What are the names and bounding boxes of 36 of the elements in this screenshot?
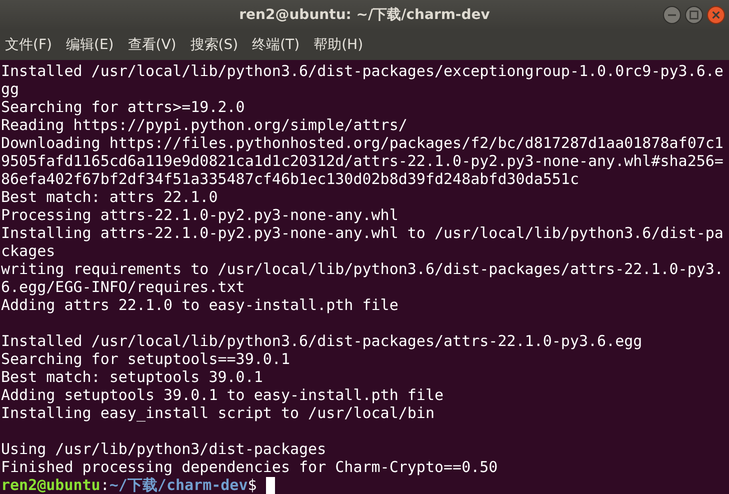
output-line: Reading https://pypi.python.org/simple/attrs/ — [1, 116, 408, 134]
text-cursor — [266, 476, 275, 494]
output-line: 86efa402f67bf2df34f51a335487cf46b1ec130d02b8d39fd248abfd30da551c — [1, 170, 580, 188]
output-line: writing requirements to /usr/local/lib/python3.6/dist-packages/attrs-22.1.0-py3. — [1, 260, 724, 278]
minimize-icon[interactable] — [663, 6, 681, 24]
output-line: Processing attrs-22.1.0-py2.py3-none-any.whl — [1, 206, 400, 224]
menu-item[interactable]: 文件(F) — [5, 36, 52, 54]
output-line: 6.egg/EGG-INFO/requires.txt — [1, 278, 246, 296]
prompt-user-host: ren2@ubuntu — [1, 476, 100, 494]
output-line: Installing attrs-22.1.0-py2.py3-none-any.whl to /usr/local/lib/python3.6/dist-pa — [1, 224, 724, 242]
output-line: Using /usr/lib/python3/dist-packages — [1, 440, 328, 458]
output-line: Installed /usr/local/lib/python3.6/dist-packages/exceptiongroup-1.0.0rc9-py3.6.e — [1, 62, 724, 80]
prompt-symbol: $ — [248, 476, 257, 494]
close-icon[interactable] — [707, 6, 725, 24]
menu-item[interactable]: 终端(T) — [252, 36, 300, 54]
output-line: Finished processing dependencies for Charm-Crypto==0.50 — [1, 458, 499, 476]
output-line: Installed /usr/local/lib/python3.6/dist-packages/attrs-22.1.0-py3.6.egg — [1, 332, 644, 350]
prompt-separator: : — [100, 476, 110, 494]
output-line: Searching for setuptools==39.0.1 — [1, 350, 291, 368]
output-line: Downloading https://files.pythonhosted.org/packages/f2/bc/d817287d1aa01878af07c1 — [1, 134, 724, 152]
output-line: Adding setuptools 39.0.1 to easy-install.pth file — [1, 386, 445, 404]
maximize-icon[interactable] — [685, 6, 703, 24]
output-line: ckages — [1, 242, 56, 260]
output-line: gg — [1, 80, 20, 98]
menu-item[interactable]: 帮助(H) — [314, 36, 364, 54]
output-line: Installing easy_install script to /usr/local/bin — [1, 404, 436, 422]
prompt-path: ~/下载/charm-dev — [109, 476, 248, 494]
output-line: Best match: setuptools 39.0.1 — [1, 368, 264, 386]
output-line: Best match: attrs 22.1.0 — [1, 188, 219, 206]
menu-item[interactable]: 查看(V) — [128, 36, 176, 54]
menu-item[interactable]: 编辑(E) — [66, 36, 114, 54]
output-line: 9505fafd1165cd6a119e9d0821ca1d1c20312d/attrs-22.1.0-py2.py3-none-any.whl#sha256= — [1, 152, 724, 170]
window-title: ren2@ubuntu: ~/下载/charm-dev — [239, 6, 490, 24]
output-line: Adding attrs 22.1.0 to easy-install.pth file — [1, 296, 400, 314]
menu-item[interactable]: 搜索(S) — [190, 36, 238, 54]
output-line: Searching for attrs>=19.2.0 — [1, 98, 246, 116]
